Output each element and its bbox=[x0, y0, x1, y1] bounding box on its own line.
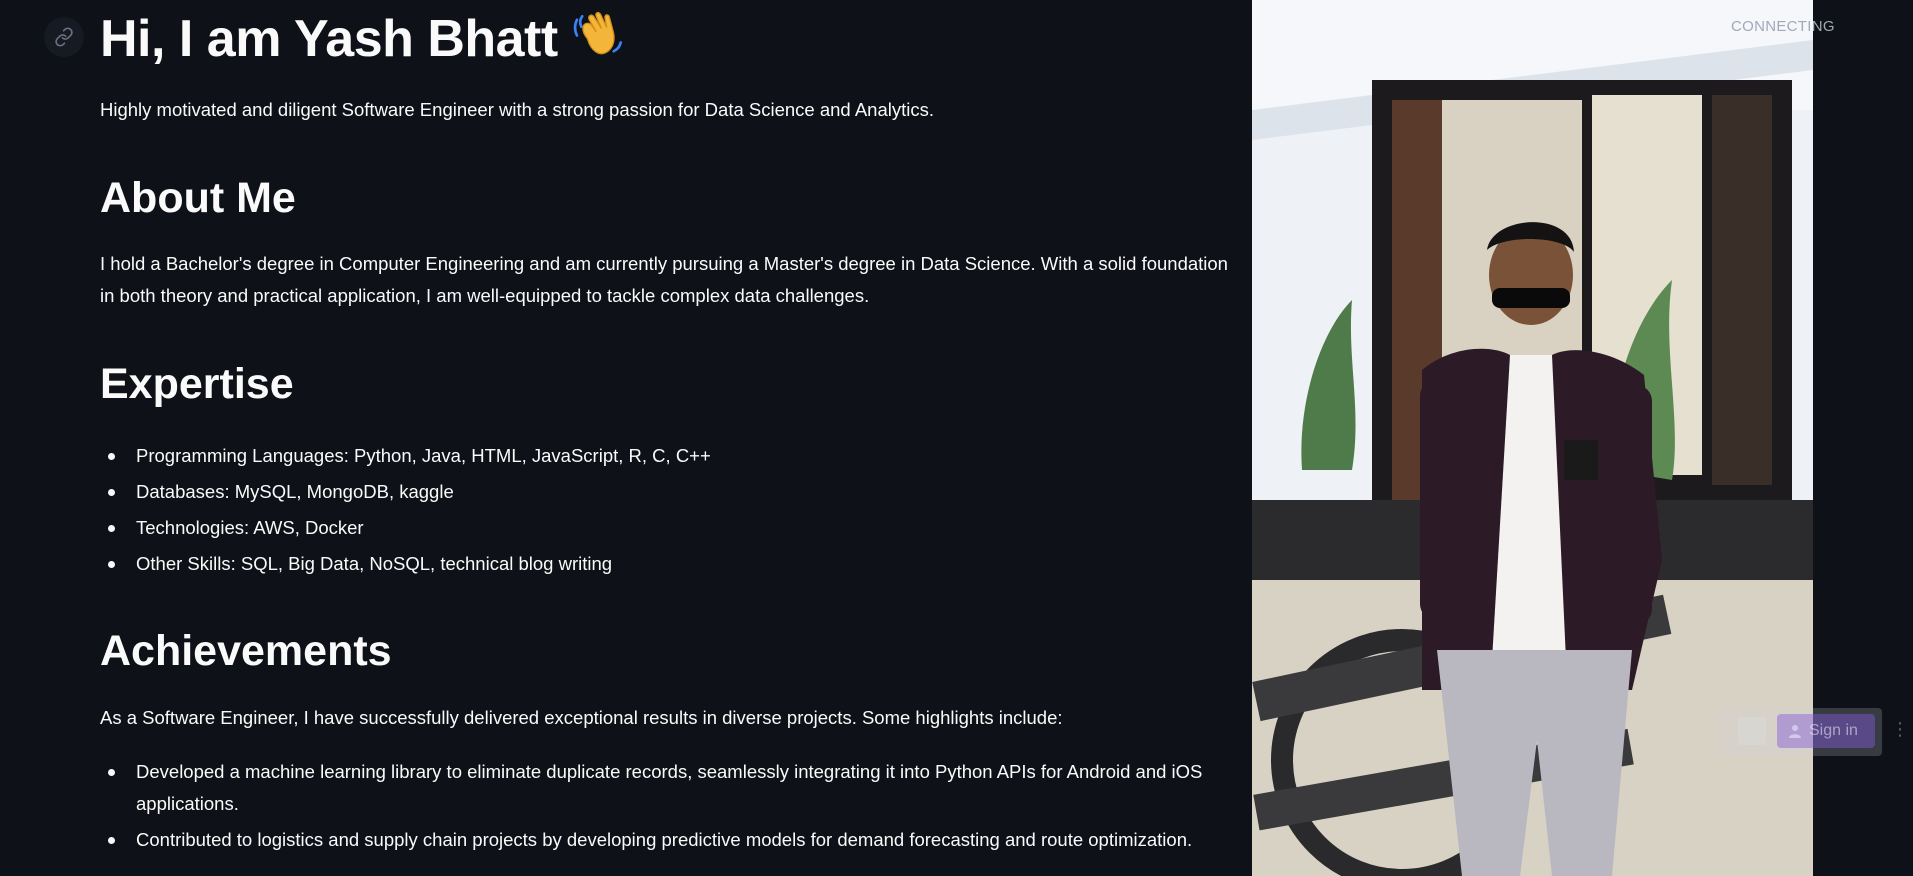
page-title: Hi, I am Yash Bhatt bbox=[100, 4, 626, 76]
expertise-heading: Expertise bbox=[100, 360, 294, 408]
list-item: Developed a machine learning library to … bbox=[108, 756, 1236, 820]
user-icon bbox=[1789, 725, 1801, 738]
achievements-heading: Achievements bbox=[100, 627, 392, 675]
list-item: Other Skills: SQL, Big Data, NoSQL, tech… bbox=[108, 548, 1236, 580]
thumbnail-icon bbox=[1738, 717, 1766, 745]
waving-hand-icon bbox=[570, 4, 626, 76]
connection-status: CONNECTING bbox=[1731, 18, 1835, 35]
link-icon bbox=[55, 27, 73, 47]
hero-subtitle: Highly motivated and diligent Software E… bbox=[100, 99, 934, 120]
list-item: Databases: MySQL, MongoDB, kaggle bbox=[108, 476, 1236, 508]
anchor-link-button[interactable] bbox=[44, 17, 84, 57]
about-heading: About Me bbox=[100, 174, 296, 222]
expertise-list: Programming Languages: Python, Java, HTM… bbox=[100, 440, 1236, 584]
app-page: Hi, I am Yash Bhatt Highly motivated and… bbox=[0, 0, 1913, 876]
list-item: Technologies: AWS, Docker bbox=[108, 512, 1236, 544]
list-item: Contributed to logistics and supply chai… bbox=[108, 824, 1236, 856]
achievements-list: Developed a machine learning library to … bbox=[100, 756, 1236, 860]
list-item: Programming Languages: Python, Java, HTM… bbox=[108, 440, 1236, 472]
about-text: I hold a Bachelor's degree in Computer E… bbox=[100, 253, 1228, 306]
grip-icon[interactable]: ⋮⋮ bbox=[1891, 720, 1913, 738]
signin-label: Sign in bbox=[1809, 722, 1858, 739]
title-text: Hi, I am Yash Bhatt bbox=[100, 10, 558, 68]
signin-button[interactable]: Sign in bbox=[1777, 714, 1875, 748]
achievements-intro: As a Software Engineer, I have successfu… bbox=[100, 707, 1063, 728]
